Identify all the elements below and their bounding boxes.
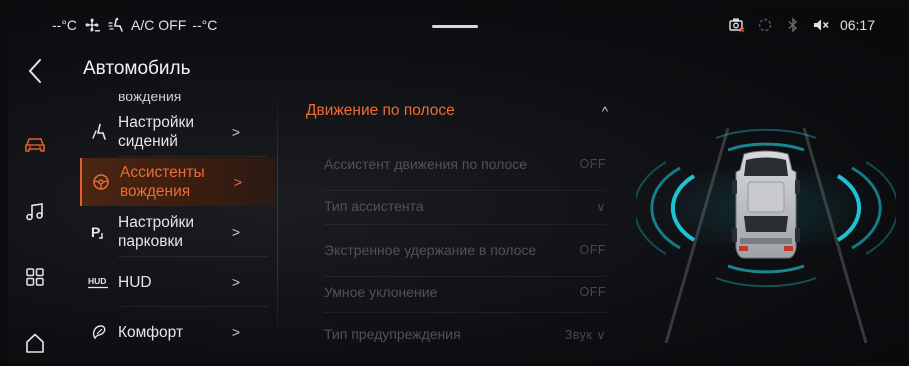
partial-list-item: вождения bbox=[118, 94, 182, 104]
setting-smart-evasion[interactable]: Умное уклонение OFF bbox=[324, 280, 606, 304]
category-label: Комфорт bbox=[118, 323, 184, 341]
chevron-down-icon[interactable]: ∨ bbox=[596, 199, 606, 214]
hud-icon: HUD bbox=[88, 275, 110, 289]
setting-label: Тип ассистента bbox=[324, 197, 424, 214]
section-header[interactable]: Движение по полосе ^ bbox=[306, 102, 616, 126]
settings-panel: Движение по полосе ^ Ассистент движения … bbox=[294, 94, 624, 361]
car-icon[interactable] bbox=[20, 130, 50, 160]
category-item-hud[interactable]: HUD HUD > bbox=[80, 258, 276, 306]
back-arrow-icon[interactable] bbox=[20, 56, 50, 86]
setting-label: Ассистент движения по полосе bbox=[324, 155, 528, 172]
divider bbox=[118, 306, 268, 307]
camera-off-icon bbox=[728, 17, 746, 33]
music-icon[interactable] bbox=[20, 197, 50, 227]
steering-wheel-icon bbox=[90, 173, 112, 191]
status-bar: --°C A/C OFF --°C 06:17 bbox=[8, 8, 903, 42]
divider bbox=[324, 224, 606, 225]
chevron-up-icon[interactable]: ^ bbox=[602, 104, 608, 119]
car-icon bbox=[732, 150, 800, 259]
seat-icon bbox=[88, 123, 110, 141]
divider bbox=[118, 256, 268, 257]
home-icon[interactable] bbox=[20, 328, 50, 358]
setting-emergency-lane-keeping[interactable]: Экстренное удержание в полосе OFF bbox=[324, 230, 606, 270]
chevron-right-icon: > bbox=[233, 174, 242, 190]
setting-label: Экстренное удержание в полосе bbox=[324, 241, 537, 258]
column-divider bbox=[277, 88, 278, 348]
category-list: вождения Настройки сидений > Ассистенты … bbox=[80, 94, 276, 361]
comfort-icon bbox=[88, 324, 110, 340]
toggle-value[interactable]: OFF bbox=[580, 243, 607, 257]
temperature-left: --°C bbox=[52, 17, 78, 33]
temperature-right: --°C bbox=[192, 17, 218, 33]
category-item-parking[interactable]: P Настройки парковки > bbox=[80, 208, 276, 256]
setting-label: Тип предупреждения bbox=[324, 325, 461, 342]
setting-warning-type[interactable]: Тип предупреждения Звук ∨ bbox=[324, 322, 606, 346]
category-item-comfort[interactable]: Комфорт > bbox=[80, 308, 276, 356]
ac-status: A/C OFF bbox=[131, 17, 187, 33]
category-label: Настройки парковки bbox=[118, 214, 195, 250]
loading-icon bbox=[756, 17, 774, 33]
page-title: Автомобиль bbox=[83, 58, 191, 79]
setting-lane-assist[interactable]: Ассистент движения по полосе OFF bbox=[324, 144, 606, 184]
category-label: HUD bbox=[118, 273, 152, 291]
toggle-value[interactable]: OFF bbox=[580, 157, 607, 171]
system-status: 06:17 bbox=[728, 17, 875, 33]
svg-text:P: P bbox=[91, 224, 100, 240]
dropdown-value[interactable]: Звук ∨ bbox=[565, 327, 606, 342]
category-label: Ассистенты вождения bbox=[120, 164, 205, 200]
divider bbox=[118, 156, 268, 157]
svg-text:HUD: HUD bbox=[88, 276, 106, 286]
toggle-value[interactable]: OFF bbox=[580, 285, 607, 299]
setting-label: Умное уклонение bbox=[324, 283, 438, 300]
chevron-right-icon: > bbox=[231, 274, 240, 290]
divider bbox=[324, 190, 606, 191]
section-title: Движение по полосе bbox=[306, 102, 455, 119]
drag-handle[interactable] bbox=[432, 25, 478, 28]
bluetooth-icon bbox=[784, 17, 802, 33]
fan-icon bbox=[83, 17, 101, 33]
apps-grid-icon[interactable] bbox=[20, 262, 50, 292]
screen: --°C A/C OFF --°C 06:17 Автомобиль вожде… bbox=[8, 8, 903, 361]
category-item-driving-assistants[interactable]: Ассистенты вождения > bbox=[80, 158, 276, 206]
chevron-right-icon: > bbox=[231, 224, 240, 240]
divider bbox=[324, 276, 606, 277]
category-label: Настройки сидений bbox=[118, 114, 195, 150]
clock: 06:17 bbox=[839, 17, 875, 33]
chevron-right-icon: > bbox=[231, 324, 240, 340]
volume-muted-icon bbox=[812, 17, 830, 33]
seat-airflow-icon bbox=[107, 17, 125, 33]
parking-icon: P bbox=[88, 223, 110, 241]
left-rail bbox=[8, 42, 68, 361]
car-illustration bbox=[633, 108, 899, 348]
category-item-seats[interactable]: Настройки сидений > bbox=[80, 108, 276, 156]
climate-status[interactable]: --°C A/C OFF --°C bbox=[52, 17, 217, 33]
setting-assist-type[interactable]: Тип ассистента ∨ bbox=[324, 194, 606, 218]
chevron-right-icon: > bbox=[231, 124, 240, 140]
divider bbox=[324, 312, 606, 313]
